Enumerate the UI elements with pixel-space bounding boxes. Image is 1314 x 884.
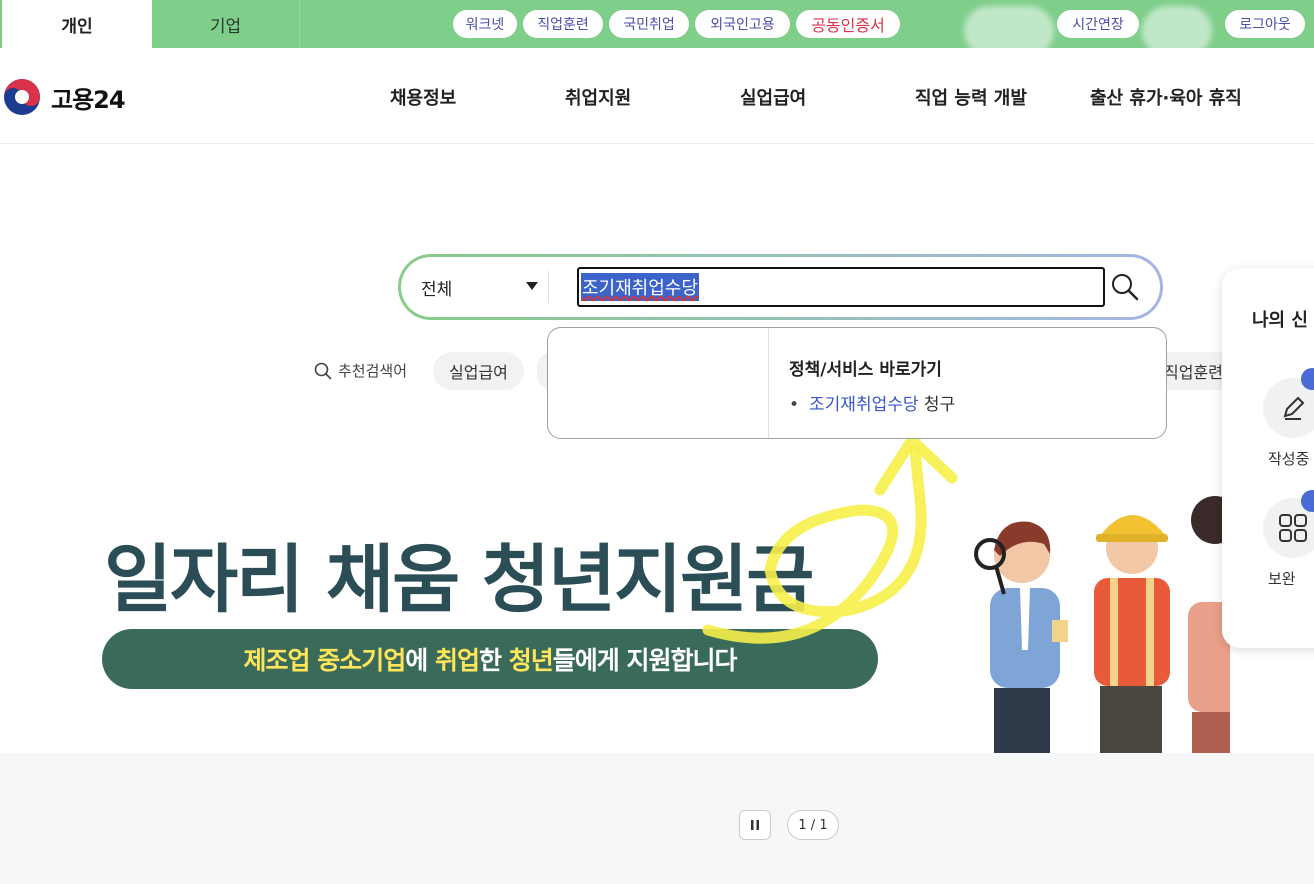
banner-subtitle: 제조업 중소기업에 취업한 청년들에게 지원합니다 [243,641,738,677]
autocomplete-keyword[interactable]: 조기재취업수당 [809,395,918,415]
autocomplete-item[interactable]: • 조기재취업수당 청구 [789,390,955,415]
search-icon[interactable] [1110,272,1140,302]
pause-icon [751,820,759,830]
divider [768,328,769,438]
carousel-pause-button[interactable] [739,810,771,840]
nav-parental-leave[interactable]: 출산 휴가·육아 휴직 [1090,84,1242,110]
recommended-keywords-label: 추천검색어 [314,360,407,381]
workers-illustration [974,496,1230,754]
site-logo[interactable]: 고용24 [2,77,126,117]
divider [548,271,549,303]
drafting-label: 작성중 [1268,450,1310,468]
nav-unemployment-benefit[interactable]: 실업급여 [740,84,806,110]
autocomplete-item-suffix: 청구 [918,395,956,415]
logout-button[interactable]: 로그아웃 [1225,10,1305,38]
tab-business[interactable]: 기업 [152,0,300,48]
search-scope-select[interactable]: 전체 [421,275,452,300]
banner-subtitle-part: 에 [405,646,435,675]
search-autocomplete-dropdown: 정책/서비스 바로가기 • 조기재취업수당 청구 [547,327,1167,439]
bullet: • [789,395,800,415]
banner-subtitle-part: 취업 [434,646,480,675]
page: 개인 기업 워크넷 직업훈련 국민취업 외국인고용 공동인증서 시간연장 로그아… [0,0,1314,884]
top-utility-bar: 개인 기업 워크넷 직업훈련 국민취업 외국인고용 공동인증서 시간연장 로그아… [0,0,1314,56]
search-small-icon [314,362,332,379]
banner-subtitle-part: 들에게 지원합니다 [552,646,738,675]
logo-text: 고용24 [51,85,126,114]
supplement-label: 보완 [1268,570,1296,588]
autocomplete-section-title: 정책/서비스 바로가기 [789,360,942,380]
link-job-training[interactable]: 직업훈련 [523,10,603,38]
nav-job-info[interactable]: 채용정보 [390,84,456,110]
tab-personal[interactable]: 개인 [2,0,152,48]
banner-subtitle-part: 한 [479,646,509,675]
banner-subtitle-part: 청년 [508,646,554,675]
banner-subtitle-part: 제조업 중소기업 [243,646,407,675]
nav-vocational-training[interactable]: 직업 능력 개발 [915,84,1027,110]
dropdown-arrow-icon[interactable] [526,282,538,290]
search-bar: 전체 조기재취업수당 [398,254,1163,320]
link-foreign-employment[interactable]: 외국인고용 [695,10,790,38]
carousel-page-indicator: 1 / 1 [787,810,839,840]
main-header: 고용24 채용정보 취업지원 실업급여 직업 능력 개발 출산 휴가·육아 휴직 [0,48,1314,144]
annotation-arrow-icon [702,434,958,644]
nav-employment-support[interactable]: 취업지원 [565,84,631,110]
search-query-text: 조기재취업수당 [581,273,699,301]
recommended-label-text: 추천검색어 [338,362,408,380]
link-national-employment[interactable]: 국민취업 [609,10,689,38]
search-input[interactable]: 조기재취업수당 [577,267,1105,307]
time-extend-button[interactable]: 시간연장 [1057,10,1139,38]
link-certificate[interactable]: 공동인증서 [796,10,900,38]
keyword-chip-unemployment[interactable]: 실업급여 [433,352,524,390]
link-worknet[interactable]: 워크넷 [453,10,517,38]
panel-title: 나의 신 [1252,310,1308,331]
bottom-section [0,753,1314,884]
my-application-panel: 나의 신 작성중 보완 [1222,268,1314,648]
taegeuk-logo-icon [4,79,40,115]
